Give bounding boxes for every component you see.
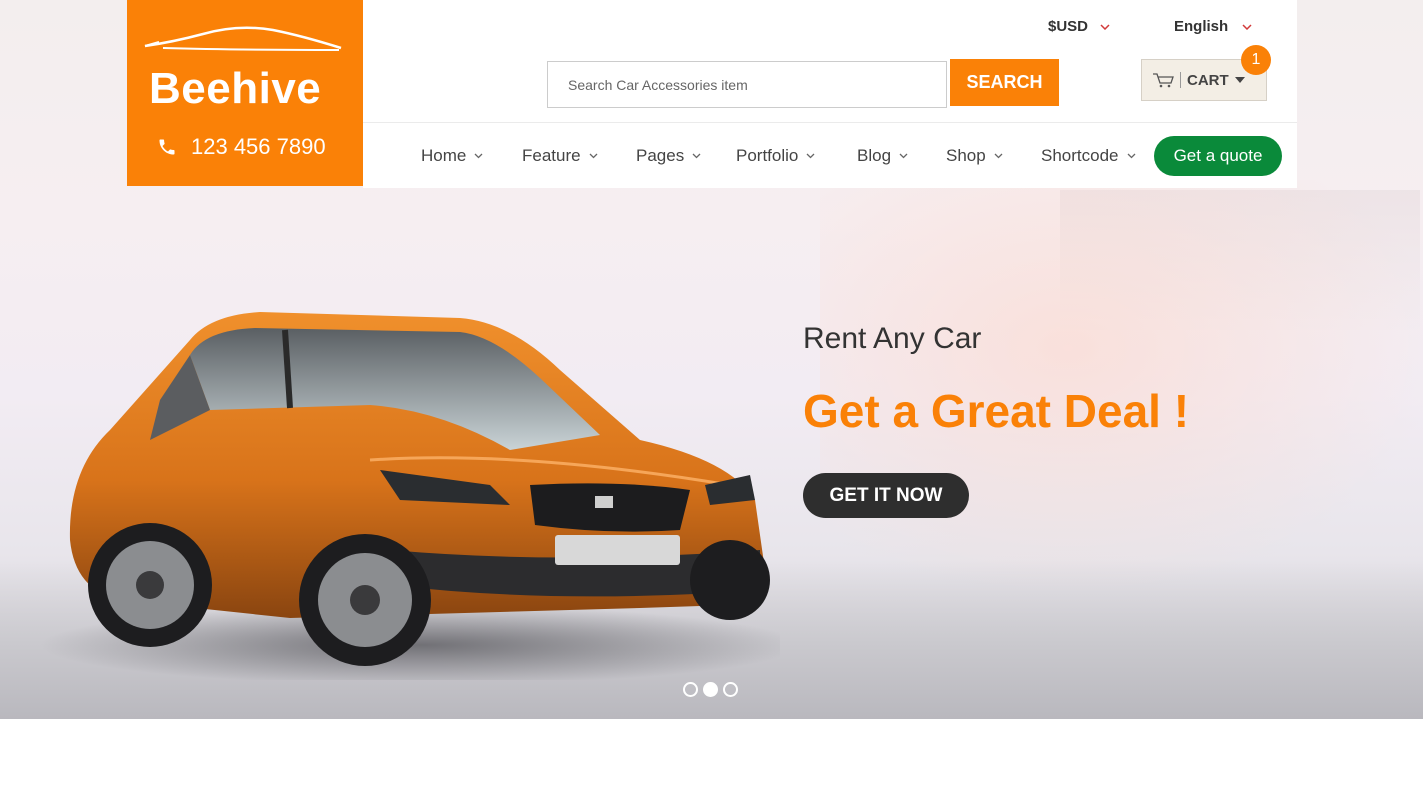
chevron-down-icon bbox=[474, 153, 483, 159]
search-button[interactable]: SEARCH bbox=[950, 59, 1059, 106]
nav-item-label: Blog bbox=[857, 146, 892, 165]
language-selector[interactable]: English bbox=[1174, 18, 1252, 35]
logo-block[interactable]: Beehive 123 456 7890 bbox=[127, 0, 363, 186]
nav-item-shop[interactable]: Shop bbox=[946, 146, 1003, 166]
slider-dot[interactable] bbox=[723, 682, 738, 697]
get-a-quote-button[interactable]: Get a quote bbox=[1154, 136, 1282, 176]
chevron-down-icon bbox=[692, 153, 701, 159]
chevron-down-icon bbox=[589, 153, 598, 159]
car-image bbox=[40, 312, 780, 680]
nav-item-label: Shop bbox=[946, 146, 986, 165]
nav-item-pages[interactable]: Pages bbox=[636, 146, 701, 166]
hero-title: Get a Great Deal ! bbox=[803, 385, 1190, 437]
caret-down-icon bbox=[1234, 77, 1245, 83]
hero-subtitle: Rent Any Car bbox=[803, 322, 982, 355]
chevron-down-icon bbox=[806, 153, 815, 159]
nav-item-label: Feature bbox=[522, 146, 581, 165]
currency-label: $USD bbox=[1048, 18, 1089, 35]
cart-icon bbox=[1153, 73, 1174, 88]
brand-name: Beehive bbox=[149, 64, 322, 113]
phone-number[interactable]: 123 456 7890 bbox=[157, 134, 326, 160]
cart-divider bbox=[1180, 72, 1181, 88]
car-outline-icon bbox=[144, 26, 342, 51]
nav-item-label: Portfolio bbox=[736, 146, 799, 165]
nav-item-home[interactable]: Home bbox=[421, 146, 483, 166]
get-it-now-button[interactable]: GET IT NOW bbox=[803, 473, 969, 518]
slider-pagination bbox=[683, 682, 738, 697]
nav-item-shortcode[interactable]: Shortcode bbox=[1041, 146, 1136, 166]
slider-dot[interactable] bbox=[703, 682, 718, 697]
nav-item-blog[interactable]: Blog bbox=[857, 146, 908, 166]
nav-item-feature[interactable]: Feature bbox=[522, 146, 598, 166]
currency-selector[interactable]: $USD bbox=[1048, 18, 1110, 35]
cart-label: CART bbox=[1187, 71, 1229, 89]
search-input[interactable] bbox=[547, 61, 947, 108]
phone-icon bbox=[159, 139, 175, 155]
nav-item-label: Shortcode bbox=[1041, 146, 1119, 165]
phone-text: 123 456 7890 bbox=[191, 134, 326, 159]
chevron-down-icon bbox=[1100, 23, 1110, 30]
slider-dot[interactable] bbox=[683, 682, 698, 697]
nav-item-portfolio[interactable]: Portfolio bbox=[736, 146, 815, 166]
chevron-down-icon bbox=[994, 153, 1003, 159]
chevron-down-icon bbox=[1127, 153, 1135, 159]
nav-item-label: Home bbox=[421, 146, 467, 165]
chevron-down-icon bbox=[1242, 23, 1252, 30]
language-label: English bbox=[1174, 18, 1229, 35]
chevron-down-icon bbox=[899, 153, 908, 159]
cart-count-badge: 1 bbox=[1241, 45, 1271, 75]
nav-item-label: Pages bbox=[636, 146, 685, 165]
